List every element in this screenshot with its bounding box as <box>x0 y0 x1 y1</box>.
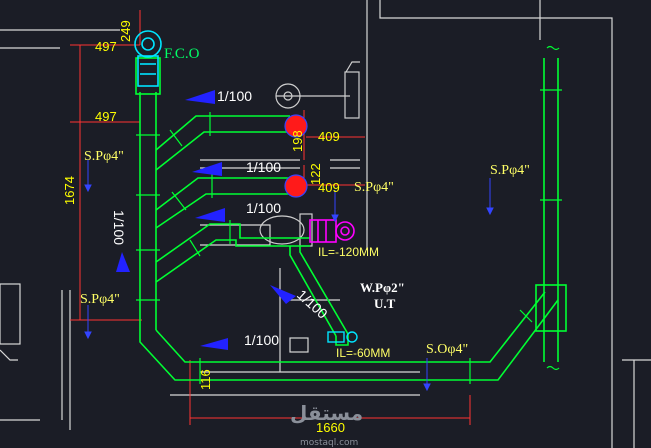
arrow-head-icon <box>423 383 431 392</box>
dim-198: 198 <box>290 130 305 152</box>
slope-arrows <box>116 90 296 350</box>
fixtures-gray <box>259 61 360 247</box>
pipe-label-wp: W.Pφ2" <box>360 280 405 295</box>
dim-249: 249 <box>118 20 133 42</box>
slope-arrow-icon <box>192 162 222 176</box>
slope-arrow-icon <box>195 208 225 222</box>
pipe-joint <box>189 239 201 257</box>
fixture-left-curve <box>0 349 18 361</box>
pipe-joints <box>136 89 562 384</box>
dim-116: 116 <box>198 369 213 390</box>
fco-body <box>137 55 159 87</box>
pipe-label-so: S.Oφ4" <box>426 342 468 357</box>
wc-trap-outlet-icon <box>335 221 355 241</box>
dim-1674: 1674 <box>62 176 77 205</box>
wc-trap-body <box>309 219 337 243</box>
pipe-branch3-a <box>155 223 310 263</box>
slope-label-vertical: 1/100 <box>111 210 127 245</box>
drain-box <box>289 337 309 353</box>
dim-409-mid: 409 <box>318 180 340 195</box>
slope-arrow-icon <box>270 285 296 304</box>
pipe-wc-a <box>289 246 337 337</box>
shower-drain <box>327 331 358 343</box>
pipe-label-sp-right: S.Pφ4" <box>490 163 530 178</box>
arrow-head-icon <box>486 207 494 216</box>
fco-outer-icon <box>134 30 162 58</box>
pipe-branch1-a <box>155 115 290 151</box>
pipes <box>135 57 567 384</box>
riser-break-top-icon <box>546 45 560 51</box>
slope-label: 1/100 <box>246 200 281 216</box>
slope-label: 1/100 <box>217 88 252 104</box>
wc-trap-outlet-core <box>340 226 350 236</box>
watermark-latin: mostaql.com <box>300 438 358 448</box>
plumbing-drawing: F.C.O 249 497 497 1674 198 122 409 409 1… <box>0 0 651 448</box>
bath-edge <box>200 224 271 246</box>
slope-arrow-icon <box>185 90 215 104</box>
slope-label: 1/100 <box>246 159 281 175</box>
fco-inner-icon <box>141 37 155 51</box>
dim-409-top: 409 <box>318 129 340 144</box>
pipe-joint <box>171 191 187 211</box>
pipe-wc-c <box>335 334 349 346</box>
slope-label: 1/100 <box>244 332 279 348</box>
fixture-left-box <box>0 283 21 345</box>
arrow-head-icon <box>84 331 92 340</box>
level-il-60: IL=-60MM <box>336 346 390 360</box>
slope-arrow-icon <box>116 252 130 272</box>
dim-497-mid: 497 <box>95 109 117 124</box>
watermark-arabic: مستقل <box>290 401 363 425</box>
arrow-head-icon <box>84 184 92 193</box>
dim-497-top: 497 <box>95 39 117 54</box>
wc-trap <box>309 219 355 243</box>
level-il-120: IL=-120MM <box>318 245 379 259</box>
pipe-label-sp-left-top: S.Pφ4" <box>84 149 124 164</box>
pipe-collector-bot <box>139 299 559 381</box>
slope-arrow-icon <box>200 338 228 350</box>
pipe-label-sp-center: S.Pφ4" <box>354 180 394 195</box>
wc-bowl <box>259 215 305 245</box>
pipe-label-ut: U.T <box>374 296 396 311</box>
fco-label: F.C.O <box>164 46 200 62</box>
riser-break-bottom-icon <box>546 365 560 371</box>
fixture-basin-tap <box>345 61 360 73</box>
fixture-basin-wall <box>344 71 360 119</box>
pipe-label-sp-left-bottom: S.Pφ4" <box>80 292 120 307</box>
